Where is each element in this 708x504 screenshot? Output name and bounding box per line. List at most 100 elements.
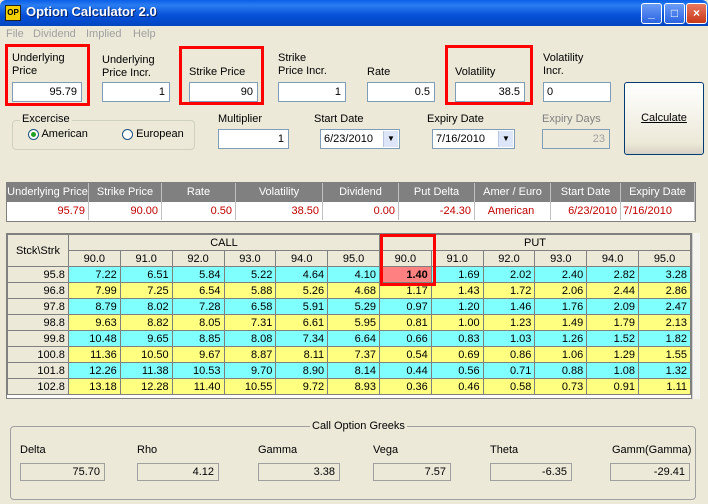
multiplier-input[interactable]: 1	[218, 129, 289, 149]
expiry-date-picker[interactable]: 7/16/2010 ▼	[432, 129, 515, 149]
put-price-cell[interactable]: 0.66	[378, 330, 432, 347]
call-price-cell[interactable]: 9.70	[223, 362, 277, 379]
call-price-cell[interactable]: 5.91	[275, 298, 329, 315]
put-price-cell[interactable]: 0.88	[534, 362, 588, 379]
call-price-cell[interactable]: 6.61	[275, 314, 329, 331]
strike-price-input[interactable]: 90	[189, 82, 258, 102]
put-price-cell[interactable]: 1.79	[586, 314, 640, 331]
call-price-cell[interactable]: 5.22	[223, 266, 277, 283]
put-price-cell[interactable]: 0.36	[378, 378, 432, 395]
put-price-cell[interactable]: 0.71	[482, 362, 536, 379]
put-price-cell[interactable]: 2.86	[638, 282, 691, 299]
call-price-cell[interactable]: 8.79	[67, 298, 121, 315]
put-price-cell[interactable]: 0.69	[430, 346, 484, 363]
put-price-cell[interactable]: 1.72	[482, 282, 536, 299]
call-price-cell[interactable]: 10.53	[171, 362, 225, 379]
call-price-cell[interactable]: 8.87	[223, 346, 277, 363]
call-price-cell[interactable]: 7.22	[67, 266, 121, 283]
put-price-cell[interactable]: 1.29	[586, 346, 640, 363]
put-price-cell[interactable]: 0.81	[378, 314, 432, 331]
put-price-cell[interactable]: 1.00	[430, 314, 484, 331]
grid-row[interactable]: 97.8 8.79 8.02 7.28 6.58 5.91 5.29 0.97 1.20 1.46…	[7, 298, 691, 315]
call-price-cell[interactable]: 5.88	[223, 282, 277, 299]
call-price-cell[interactable]: 12.28	[119, 378, 173, 395]
underlying-price-input[interactable]: 95.79	[12, 82, 82, 102]
call-price-cell[interactable]: 13.18	[67, 378, 121, 395]
put-price-cell[interactable]: 1.43	[430, 282, 484, 299]
put-price-cell[interactable]: 1.06	[534, 346, 588, 363]
grid-row[interactable]: 96.8 7.99 7.25 6.54 5.88 5.26 4.68 1.17 1.43 1.72…	[7, 282, 691, 299]
grid-row[interactable]: 95.8 7.22 6.51 5.84 5.22 4.64 4.10 1.40 1.69 2.02…	[7, 266, 691, 283]
grid-row[interactable]: 100.8 11.36 10.50 9.67 8.87 8.11 7.37 0.54 0.69 0…	[7, 346, 691, 363]
put-price-cell[interactable]: 2.09	[586, 298, 640, 315]
put-price-cell[interactable]: 1.03	[482, 330, 536, 347]
put-price-cell[interactable]: 0.97	[378, 298, 432, 315]
minimize-icon[interactable]: _	[641, 3, 662, 24]
grid-row[interactable]: 98.8 9.63 8.82 8.05 7.31 6.61 5.95 0.81 1.00 1.23…	[7, 314, 691, 331]
put-price-cell[interactable]: 0.86	[482, 346, 536, 363]
call-price-cell[interactable]: 8.02	[119, 298, 173, 315]
underlying-price-incr-input[interactable]: 1	[102, 82, 170, 102]
call-price-cell[interactable]: 8.82	[119, 314, 173, 331]
put-price-cell[interactable]: 0.83	[430, 330, 484, 347]
call-price-cell[interactable]: 7.28	[171, 298, 225, 315]
put-price-cell[interactable]: 0.54	[378, 346, 432, 363]
chevron-down-icon[interactable]: ▼	[498, 131, 513, 147]
call-price-cell[interactable]: 6.54	[171, 282, 225, 299]
menu-help[interactable]: Help	[133, 28, 156, 40]
call-price-cell[interactable]: 8.93	[327, 378, 380, 395]
put-price-cell[interactable]: 1.55	[638, 346, 691, 363]
call-price-cell[interactable]: 7.37	[327, 346, 380, 363]
put-price-cell[interactable]: 1.76	[534, 298, 588, 315]
maximize-icon[interactable]: □	[664, 3, 685, 24]
put-price-cell[interactable]: 1.52	[586, 330, 640, 347]
put-price-cell[interactable]: 0.44	[378, 362, 432, 379]
put-price-cell[interactable]: 2.40	[534, 266, 588, 283]
call-price-cell[interactable]: 5.84	[171, 266, 225, 283]
put-price-cell[interactable]: 3.28	[638, 266, 691, 283]
put-price-cell[interactable]: 1.49	[534, 314, 588, 331]
put-price-cell[interactable]: 1.82	[638, 330, 691, 347]
grid-row[interactable]: 102.8 13.18 12.28 11.40 10.55 9.72 8.93 0.36 0.4…	[7, 378, 691, 395]
menu-implied[interactable]: Implied	[86, 28, 121, 40]
call-price-cell[interactable]: 8.85	[171, 330, 225, 347]
put-price-cell[interactable]: 0.58	[482, 378, 536, 395]
put-price-cell[interactable]: 1.46	[482, 298, 536, 315]
european-radio[interactable]: European	[122, 128, 184, 140]
put-price-cell[interactable]: 1.26	[534, 330, 588, 347]
call-price-cell[interactable]: 11.38	[119, 362, 173, 379]
close-icon[interactable]: ×	[686, 3, 707, 24]
put-price-cell[interactable]: 1.11	[638, 378, 691, 395]
put-price-cell[interactable]: 1.08	[586, 362, 640, 379]
put-price-cell[interactable]: 0.91	[586, 378, 640, 395]
put-price-cell[interactable]: 2.44	[586, 282, 640, 299]
put-price-cell[interactable]: 0.46	[430, 378, 484, 395]
volatility-input[interactable]: 38.5	[455, 82, 525, 102]
call-price-cell[interactable]: 10.50	[119, 346, 173, 363]
put-price-cell[interactable]: 0.73	[534, 378, 588, 395]
put-price-cell[interactable]: 0.56	[430, 362, 484, 379]
call-price-cell[interactable]: 11.40	[171, 378, 225, 395]
call-price-cell[interactable]: 9.63	[67, 314, 121, 331]
calculate-button[interactable]: Calculate	[624, 82, 704, 155]
put-price-cell[interactable]: 2.82	[586, 266, 640, 283]
call-price-cell[interactable]: 9.72	[275, 378, 329, 395]
call-price-cell[interactable]: 7.34	[275, 330, 329, 347]
call-price-cell[interactable]: 4.64	[275, 266, 329, 283]
call-price-cell[interactable]: 8.14	[327, 362, 380, 379]
put-price-cell[interactable]: 2.13	[638, 314, 691, 331]
put-price-cell[interactable]: 1.23	[482, 314, 536, 331]
grid-row[interactable]: 99.8 10.48 9.65 8.85 8.08 7.34 6.64 0.66 0.83 1.0…	[7, 330, 691, 347]
call-price-cell[interactable]: 11.36	[67, 346, 121, 363]
call-price-cell[interactable]: 8.08	[223, 330, 277, 347]
put-price-cell[interactable]: 1.32	[638, 362, 691, 379]
call-price-cell[interactable]: 6.64	[327, 330, 380, 347]
start-date-picker[interactable]: 6/23/2010 ▼	[320, 129, 400, 149]
call-price-cell[interactable]: 4.68	[327, 282, 380, 299]
call-price-cell[interactable]: 7.31	[223, 314, 277, 331]
rate-input[interactable]: 0.5	[367, 82, 435, 102]
volatility-incr-input[interactable]: 0	[543, 82, 611, 102]
put-price-cell[interactable]: 2.06	[534, 282, 588, 299]
american-radio[interactable]: American	[28, 128, 88, 140]
call-price-cell[interactable]: 7.25	[119, 282, 173, 299]
